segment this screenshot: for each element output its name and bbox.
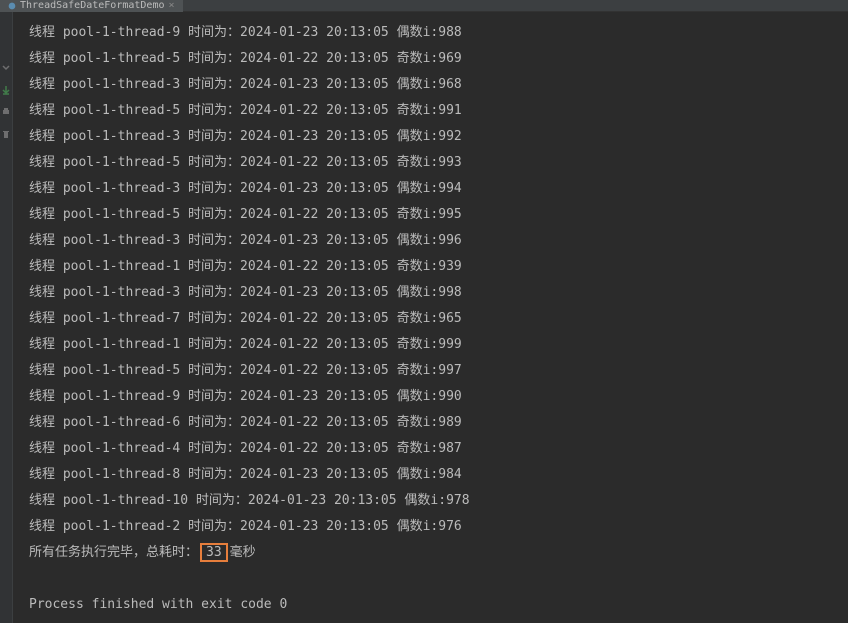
file-tab[interactable]: ThreadSafeDateFormatDemo × xyxy=(0,0,183,12)
log-line: 线程 pool-1-thread-3 时间为：2024-01-23 20:13:… xyxy=(29,72,848,98)
log-line: 线程 pool-1-thread-7 时间为：2024-01-22 20:13:… xyxy=(29,306,848,332)
log-line: 线程 pool-1-thread-3 时间为：2024-01-23 20:13:… xyxy=(29,176,848,202)
close-icon[interactable]: × xyxy=(169,0,175,11)
log-line: 线程 pool-1-thread-5 时间为：2024-01-22 20:13:… xyxy=(29,150,848,176)
exit-line: Process finished with exit code 0 xyxy=(29,592,848,618)
log-line: 线程 pool-1-thread-3 时间为：2024-01-23 20:13:… xyxy=(29,280,848,306)
print-icon[interactable] xyxy=(1,106,11,116)
log-line: 线程 pool-1-thread-1 时间为：2024-01-22 20:13:… xyxy=(29,254,848,280)
blank-line xyxy=(29,566,848,592)
elapsed-time: 33 xyxy=(200,543,228,562)
log-line: 线程 pool-1-thread-3 时间为：2024-01-23 20:13:… xyxy=(29,228,848,254)
log-line: 线程 pool-1-thread-5 时间为：2024-01-22 20:13:… xyxy=(29,46,848,72)
main-area: 线程 pool-1-thread-9 时间为：2024-01-23 20:13:… xyxy=(0,12,848,623)
trash-icon[interactable] xyxy=(1,128,11,138)
log-line: 线程 pool-1-thread-6 时间为：2024-01-22 20:13:… xyxy=(29,410,848,436)
download-icon[interactable] xyxy=(1,84,11,94)
log-line: 线程 pool-1-thread-1 时间为：2024-01-22 20:13:… xyxy=(29,332,848,358)
console-output[interactable]: 线程 pool-1-thread-9 时间为：2024-01-23 20:13:… xyxy=(13,12,848,623)
log-line: 线程 pool-1-thread-4 时间为：2024-01-22 20:13:… xyxy=(29,436,848,462)
log-line: 线程 pool-1-thread-10 时间为：2024-01-23 20:13… xyxy=(29,488,848,514)
log-line: 线程 pool-1-thread-3 时间为：2024-01-23 20:13:… xyxy=(29,124,848,150)
tab-bar: ThreadSafeDateFormatDemo × xyxy=(0,0,848,12)
class-icon xyxy=(8,2,16,10)
log-line: 线程 pool-1-thread-5 时间为：2024-01-22 20:13:… xyxy=(29,358,848,384)
log-line: 线程 pool-1-thread-5 时间为：2024-01-22 20:13:… xyxy=(29,202,848,228)
log-line: 线程 pool-1-thread-8 时间为：2024-01-23 20:13:… xyxy=(29,462,848,488)
log-lines: 线程 pool-1-thread-9 时间为：2024-01-23 20:13:… xyxy=(29,20,848,540)
scroll-icon[interactable] xyxy=(1,62,11,72)
log-line: 线程 pool-1-thread-5 时间为：2024-01-22 20:13:… xyxy=(29,98,848,124)
tab-label: ThreadSafeDateFormatDemo xyxy=(20,0,165,11)
log-line: 线程 pool-1-thread-2 时间为：2024-01-23 20:13:… xyxy=(29,514,848,540)
log-line: 线程 pool-1-thread-9 时间为：2024-01-23 20:13:… xyxy=(29,384,848,410)
summary-line: 所有任务执行完毕，总耗时：33毫秒 xyxy=(29,540,848,566)
gutter xyxy=(0,12,13,623)
log-line: 线程 pool-1-thread-9 时间为：2024-01-23 20:13:… xyxy=(29,20,848,46)
